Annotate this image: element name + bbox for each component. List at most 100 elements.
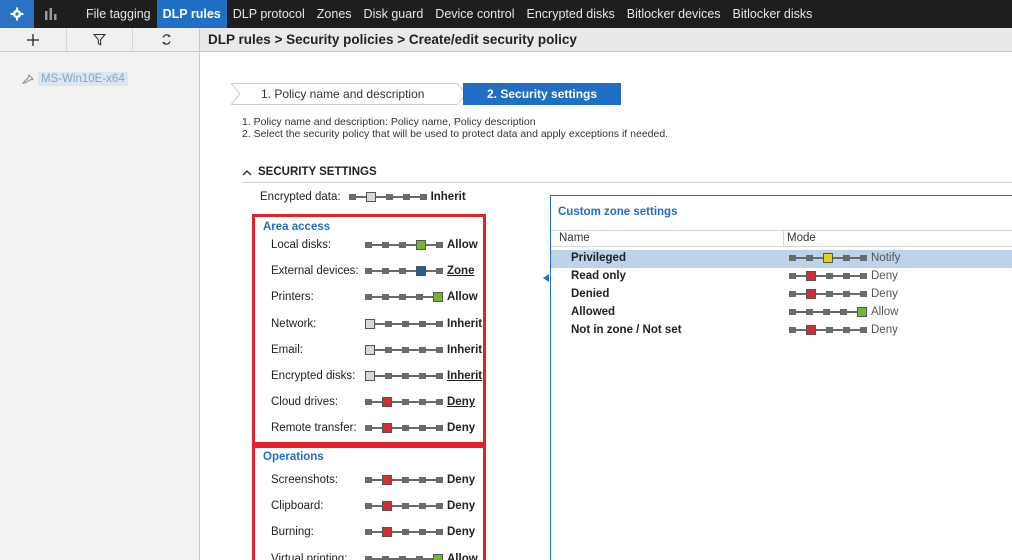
zone-mode[interactable]: Notify (789, 252, 900, 264)
access-level-slider[interactable] (365, 239, 443, 251)
access-level-slider[interactable] (365, 370, 443, 382)
custom-zone-panel: Custom zone settings Name Mode Privilege… (550, 195, 1012, 560)
slider-stop (402, 477, 409, 483)
access-level-slider[interactable] (789, 306, 867, 318)
encrypted-data-slider[interactable] (348, 191, 427, 203)
access-level-slider[interactable] (365, 344, 443, 356)
access-level-slider[interactable] (365, 291, 443, 303)
menu-item-bitlocker-devices[interactable]: Bitlocker devices (621, 0, 727, 28)
zone-row[interactable]: Denied Deny (551, 286, 1012, 304)
slider-stop (416, 294, 423, 301)
settings-button[interactable] (0, 0, 34, 28)
zone-mode[interactable]: Deny (789, 324, 898, 336)
wizard-description: 1. Policy name and description: Policy n… (242, 116, 668, 140)
slider-knob (382, 475, 392, 485)
refresh-button[interactable] (133, 28, 199, 51)
menu-item-dlp-protocol[interactable]: DLP protocol (227, 0, 311, 28)
slider-stop (365, 268, 372, 275)
policy-row-virtual-printing: Virtual printing: Allow (271, 552, 478, 560)
access-level-slider[interactable] (365, 265, 443, 277)
breadcrumb: DLP rules > Security policies > Create/e… (200, 28, 1012, 52)
slider-track (392, 427, 402, 430)
policy-value: Deny (447, 526, 476, 539)
zone-row[interactable]: Allowed Allow (551, 304, 1012, 322)
menu-item-device-control[interactable]: Device control (429, 0, 520, 28)
slider-stop (385, 346, 392, 353)
computer-tree: MS-Win10E-x64 (0, 52, 200, 560)
slider-knob (806, 289, 816, 299)
slider-knob (382, 423, 392, 434)
zone-mode[interactable]: Allow (789, 306, 898, 318)
menu-item-file-tagging[interactable]: File tagging (80, 0, 157, 28)
access-level-slider[interactable] (365, 474, 443, 486)
slider-stop (860, 273, 867, 279)
slider-track (406, 270, 416, 273)
policy-value: Allow (447, 552, 478, 560)
slider-knob (365, 192, 376, 202)
policy-value[interactable]: Zone (447, 265, 474, 277)
tree-item-computer[interactable]: MS-Win10E-x64 (22, 72, 128, 86)
slider-track (375, 375, 385, 377)
encrypted-data-row: Encrypted data: Inherit (260, 191, 466, 203)
access-level-slider[interactable] (365, 422, 443, 434)
slider-stop (402, 373, 409, 379)
access-level-slider[interactable] (365, 553, 443, 560)
wizard-step-2[interactable]: 2. Security settings (463, 83, 621, 105)
slider-track (796, 329, 806, 331)
slider-track (833, 293, 843, 295)
zone-row[interactable]: Not in zone / Not set Deny (551, 322, 1012, 340)
menu-item-zones[interactable]: Zones (311, 0, 358, 28)
slider-stop (402, 194, 410, 200)
policy-row-cloud-drives: Cloud drives: Deny (271, 395, 475, 409)
section-header[interactable]: SECURITY SETTINGS (242, 166, 377, 178)
access-level-slider[interactable] (365, 500, 443, 512)
slider-stop (419, 503, 426, 510)
column-header-name[interactable]: Name (559, 232, 590, 244)
zone-row[interactable]: Read only Deny (551, 268, 1012, 286)
menu-item-disk-guard[interactable]: Disk guard (358, 0, 430, 28)
policy-value: Allow (447, 239, 478, 251)
slider-stop (436, 529, 443, 536)
access-level-slider[interactable] (365, 318, 443, 330)
column-header-mode[interactable]: Mode (787, 232, 816, 244)
access-level-slider[interactable] (789, 324, 867, 336)
slider-track (830, 311, 840, 313)
menu-item-bitlocker-disks[interactable]: Bitlocker disks (727, 0, 819, 28)
slider-stop (399, 242, 406, 248)
menu-item-encrypted-disks[interactable]: Encrypted disks (521, 0, 621, 28)
wizard-step-1[interactable]: 1. Policy name and description (231, 83, 467, 105)
slider-track (796, 311, 806, 313)
zone-mode[interactable]: Deny (789, 288, 898, 300)
policy-value[interactable]: Deny (447, 396, 475, 408)
slider-track (847, 311, 857, 313)
policy-value[interactable]: Inherit (447, 370, 482, 382)
statistics-button[interactable] (34, 0, 68, 28)
slider-stop (419, 425, 426, 432)
slider-track (375, 196, 386, 198)
access-level-slider[interactable] (789, 252, 867, 264)
slider-stop (860, 291, 867, 297)
menu-item-dlp-rules[interactable]: DLP rules (156, 0, 227, 28)
bar-chart-icon (45, 8, 57, 20)
slider-track (406, 557, 416, 560)
access-level-slider[interactable] (348, 191, 427, 203)
policy-value: Deny (447, 422, 476, 435)
access-level-slider[interactable] (789, 288, 867, 300)
add-button[interactable] (0, 28, 67, 51)
slider-track (426, 505, 436, 508)
policy-label: Burning: (271, 526, 314, 539)
column-separator[interactable] (783, 231, 784, 246)
zone-mode[interactable]: Deny (789, 270, 898, 282)
slider-stop (365, 529, 372, 536)
slider-stop (840, 309, 847, 315)
filter-button[interactable] (67, 28, 134, 51)
access-level-slider[interactable] (789, 270, 867, 282)
access-level-slider[interactable] (365, 396, 443, 408)
slider-track (423, 296, 433, 299)
slider-track (426, 401, 436, 404)
access-level-slider[interactable] (365, 526, 443, 538)
zone-row[interactable]: Privileged Notify (551, 250, 1012, 268)
slider-stop (789, 255, 796, 261)
slider-track (355, 196, 366, 198)
slider-track (426, 479, 436, 481)
